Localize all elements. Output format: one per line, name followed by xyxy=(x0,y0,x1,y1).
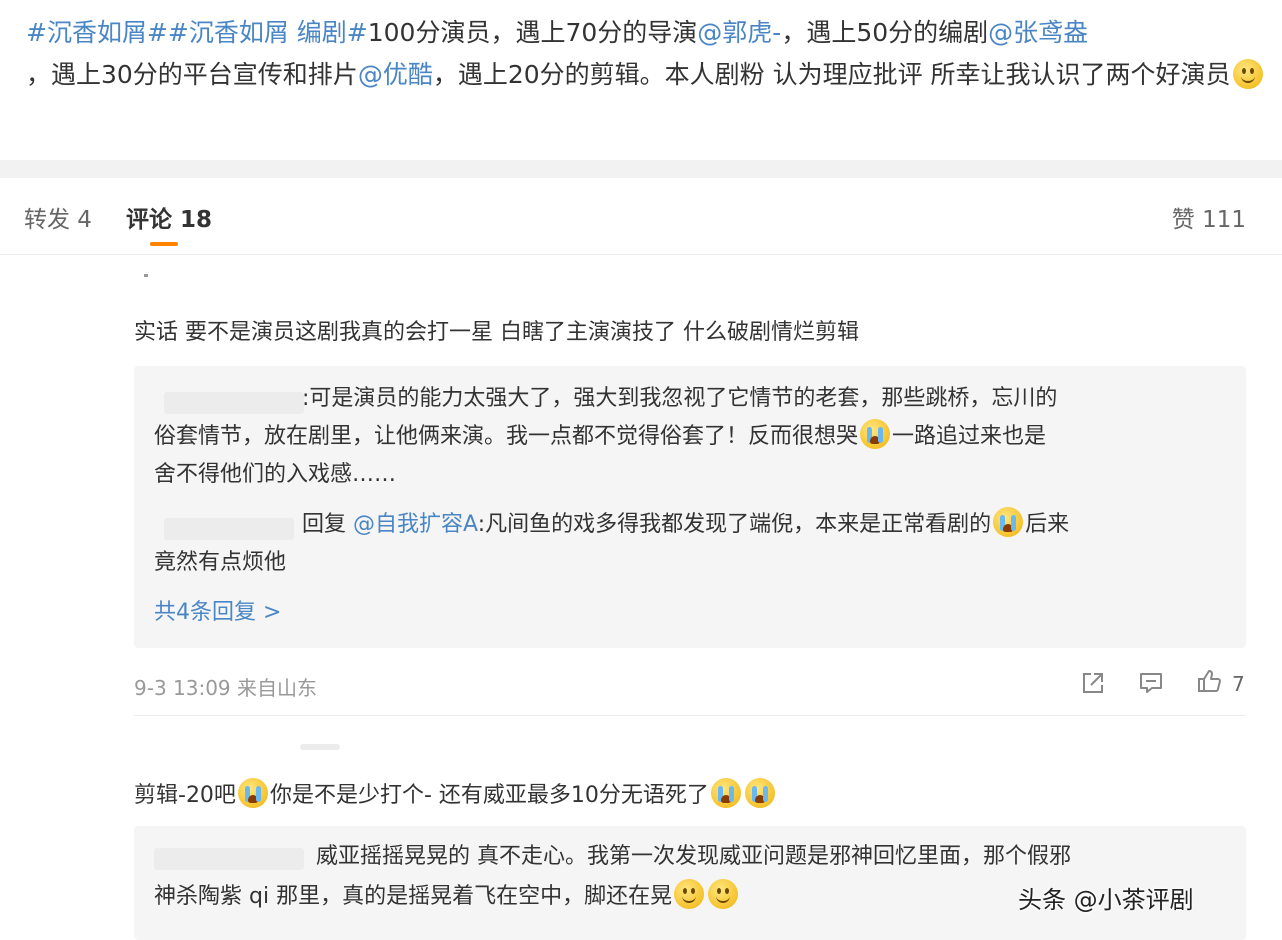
post-card: #沉香如屑##沉香如屑 编剧#100分演员，遇上70分的导演@郭虎-，遇上50分… xyxy=(0,0,1282,160)
tabs-bar: 转发 4 评论 18 赞 111 xyxy=(0,178,1282,255)
redacted-username xyxy=(154,848,304,870)
active-tab-indicator xyxy=(150,242,178,246)
redacted-username xyxy=(300,744,340,750)
hashtag-link[interactable]: #沉香如屑##沉香如屑 编剧# xyxy=(26,18,368,47)
mention-link-writer[interactable]: @张鸢盎 xyxy=(988,18,1088,47)
post-text-segment: ，遇上30分的平台宣传和排片 xyxy=(26,60,358,89)
reply-box: :可是演员的能力太强大了，强大到我忽视了它情节的老套，那些跳桥，忘川的 俗套情节… xyxy=(134,366,1246,648)
smile-emoji-icon xyxy=(674,879,705,909)
more-replies-link[interactable]: 共4条回复 > xyxy=(154,594,281,626)
tab-comments[interactable]: 评论 18 xyxy=(126,200,212,234)
crying-emoji-icon xyxy=(237,778,268,808)
like-count: 7 xyxy=(1232,672,1245,696)
thumbs-up-icon[interactable] xyxy=(1196,668,1222,694)
reply-line: 舍不得他们的入戏感…… xyxy=(154,462,397,487)
crying-emoji-icon xyxy=(744,778,775,808)
reply-line: 竟然有点烦他 xyxy=(154,550,287,575)
crying-emoji-icon xyxy=(710,778,741,808)
post-text-segment: ，遇上20分的剪辑。本人剧粉 认为理应批评 所幸让我认识了两个好演员 xyxy=(432,60,1231,89)
divider xyxy=(134,715,1246,716)
post-text-segment: 100分演员，遇上70分的导演 xyxy=(367,18,698,47)
comment-text: 剪辑-20吧 你是不是少打个- 还有威亚最多10分无语死了 xyxy=(134,778,777,813)
post-text: #沉香如屑##沉香如屑 编剧#100分演员，遇上70分的导演@郭虎-，遇上50分… xyxy=(26,12,1266,96)
comment-icon[interactable] xyxy=(1138,670,1164,696)
comment-meta: 9-3 13:09 来自山东 xyxy=(134,676,318,700)
redacted-username xyxy=(164,392,304,414)
mention-link-user[interactable]: @自我扩容A xyxy=(353,512,478,537)
watermark: 头条 @小茶评剧 xyxy=(1018,886,1194,914)
comment-text: 实话 要不是演员这剧我真的会打一星 白瞎了主演演技了 什么破剧情烂剪辑 xyxy=(134,320,859,345)
reply-line: 俗套情节，放在剧里，让他俩来演。我一点都不觉得俗套了！反而很想哭 一路追过来也是 xyxy=(154,418,1046,456)
crying-emoji-icon xyxy=(860,419,891,449)
redacted-username xyxy=(164,518,294,540)
mention-link-director[interactable]: @郭虎- xyxy=(697,18,781,47)
reply-line: 回复 @自我扩容A:凡间鱼的戏多得我都发现了端倪，本来是正常看剧的 后来 xyxy=(302,506,1069,544)
post-text-segment: ，遇上50分的编剧 xyxy=(781,18,989,47)
comments-card: 转发 4 评论 18 赞 111 实话 要不是演员这剧我真的会打一星 白瞎了主演… xyxy=(0,178,1282,940)
reply-line: :可是演员的能力太强大了，强大到我忽视了它情节的老套，那些跳桥，忘川的 xyxy=(302,386,1058,411)
crying-emoji-icon xyxy=(993,507,1024,537)
share-icon[interactable] xyxy=(1080,670,1106,696)
smile-emoji-icon xyxy=(1232,59,1263,89)
reply-line: 威亚摇摇晃晃的 真不走心。我第一次发现威亚问题是邪神回忆里面，那个假邪 xyxy=(316,844,1071,869)
avatar-placeholder xyxy=(144,274,148,277)
tab-likes[interactable]: 赞 111 xyxy=(1172,200,1246,234)
smile-emoji-icon xyxy=(708,879,739,909)
reply-line: 神杀陶紫 qi 那里，真的是摇晃着飞在空中，脚还在晃 xyxy=(154,878,740,916)
mention-link-platform[interactable]: @优酷 xyxy=(358,60,433,89)
tab-repost[interactable]: 转发 4 xyxy=(24,200,92,234)
